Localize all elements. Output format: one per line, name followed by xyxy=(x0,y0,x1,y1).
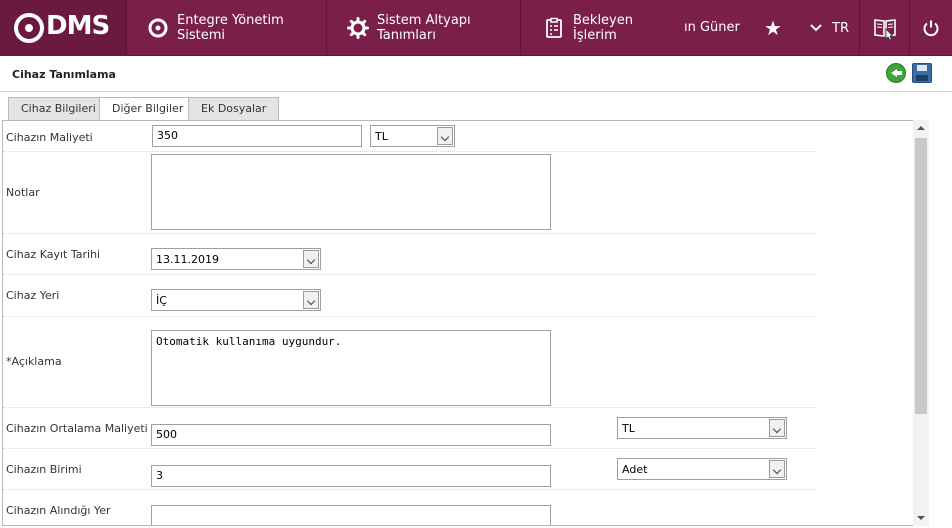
maliyet-label: Cihazın Maliyeti xyxy=(6,131,93,144)
nav-label: Entegre Yönetim Sistemi xyxy=(177,13,284,43)
form-row: Cihazın Ortalama Maliyeti 500 TL xyxy=(3,408,815,449)
top-navigation-bar: DMS Entegre Yönetim Sistemi Sistem Altya… xyxy=(0,0,952,56)
maliyet-currency-select[interactable]: TL xyxy=(370,125,455,147)
notlar-textarea[interactable] xyxy=(151,154,551,230)
favorites-star-icon[interactable]: ★ xyxy=(756,0,790,56)
birimi-unit-select[interactable]: Adet xyxy=(617,458,787,480)
nav-label: Bekleyen İşlerim xyxy=(573,13,633,43)
right-margin xyxy=(929,120,950,526)
help-book-icon[interactable] xyxy=(860,0,910,56)
form-row: *Açıklama Otomatik kullanıma uygundur. xyxy=(3,317,815,408)
back-icon[interactable] xyxy=(886,63,906,83)
select-value: Adet xyxy=(622,463,648,476)
nav-bekleyen-islerim[interactable]: Bekleyen İşlerim xyxy=(520,0,678,56)
scroll-thumb[interactable] xyxy=(915,138,927,414)
kayit-tarihi-datepicker[interactable]: 13.11.2019 xyxy=(151,248,321,270)
gear-icon xyxy=(347,17,369,39)
select-value: TL xyxy=(375,130,388,143)
ortalama-maliyet-input[interactable]: 500 xyxy=(151,424,551,446)
form-row: Cihaz Yeri İÇ xyxy=(3,275,815,317)
cihaz-yeri-label: Cihaz Yeri xyxy=(6,289,60,302)
page-title: Cihaz Tanımlama xyxy=(12,68,116,81)
vertical-scrollbar[interactable] xyxy=(913,120,929,526)
nav-label: Sistem Altyapı Tanımları xyxy=(377,13,471,43)
page-header: Cihaz Tanımlama xyxy=(0,56,952,92)
ortalama-maliyet-label: Cihazın Ortalama Maliyeti xyxy=(6,422,148,435)
tab-bar: Cihaz Bilgileri Diğer Bilgiler Ek Dosyal… xyxy=(0,92,952,121)
language-selector[interactable]: TR xyxy=(800,0,860,56)
nav-entegre-yonetim-sistemi[interactable]: Entegre Yönetim Sistemi xyxy=(126,0,326,56)
select-value: TL xyxy=(622,422,635,435)
aciklama-label: *Açıklama xyxy=(6,355,62,368)
chevron-down-icon xyxy=(810,21,822,36)
select-value: İÇ xyxy=(156,294,167,307)
birimi-input[interactable]: 3 xyxy=(151,465,551,487)
form-row: Cihazın Maliyeti 350 TL xyxy=(3,121,815,152)
ortalama-maliyet-currency-select[interactable]: TL xyxy=(617,417,787,439)
form-panel: Cihazın Maliyeti 350 TL Notlar Cihaz Kay… xyxy=(2,120,950,526)
power-icon[interactable] xyxy=(910,0,952,56)
maliyet-input[interactable]: 350 xyxy=(152,125,362,147)
clipboard-icon xyxy=(543,17,565,39)
kayit-tarihi-label: Cihaz Kayıt Tarihi xyxy=(6,248,101,261)
alindigi-yer-input[interactable] xyxy=(151,505,551,525)
form-row: Cihazın Birimi 3 Adet xyxy=(3,449,815,490)
logo-text: DMS xyxy=(46,11,110,41)
birimi-label: Cihazın Birimi xyxy=(6,463,82,476)
q-circle-icon xyxy=(147,17,169,39)
form-row: Cihaz Kayıt Tarihi 13.11.2019 xyxy=(3,234,815,275)
scroll-down-arrow-icon[interactable] xyxy=(913,512,929,524)
aciklama-textarea[interactable]: Otomatik kullanıma uygundur. xyxy=(151,330,551,406)
user-name[interactable]: ın Güner xyxy=(684,0,740,56)
app-window: DMS Entegre Yönetim Sistemi Sistem Altya… xyxy=(0,0,952,528)
nav-sistem-altyapi-tanimlari[interactable]: Sistem Altyapı Tanımları xyxy=(326,0,520,56)
notlar-label: Notlar xyxy=(6,186,40,199)
logo[interactable]: DMS xyxy=(0,0,126,56)
dropdown-arrow-icon[interactable] xyxy=(769,460,785,478)
dropdown-arrow-icon[interactable] xyxy=(303,250,319,268)
tab-cihaz-bilgileri[interactable]: Cihaz Bilgileri xyxy=(8,97,109,120)
language-label: TR xyxy=(832,20,849,36)
cihaz-yeri-select[interactable]: İÇ xyxy=(151,289,321,311)
tab-ek-dosyalar[interactable]: Ek Dosyalar xyxy=(188,97,280,120)
select-value: 13.11.2019 xyxy=(156,253,219,266)
logo-q-icon xyxy=(14,13,44,43)
form-row: Notlar xyxy=(3,152,815,234)
form-row: Cihazın Alındığı Yer xyxy=(3,490,815,525)
alindigi-yer-label: Cihazın Alındığı Yer xyxy=(6,504,111,517)
dropdown-arrow-icon[interactable] xyxy=(303,291,319,309)
dropdown-arrow-icon[interactable] xyxy=(769,419,785,437)
dropdown-arrow-icon[interactable] xyxy=(437,127,453,145)
save-icon[interactable] xyxy=(912,63,932,83)
scroll-up-arrow-icon[interactable] xyxy=(913,122,929,134)
tab-diger-bilgiler[interactable]: Diğer Bilgiler xyxy=(99,97,197,121)
